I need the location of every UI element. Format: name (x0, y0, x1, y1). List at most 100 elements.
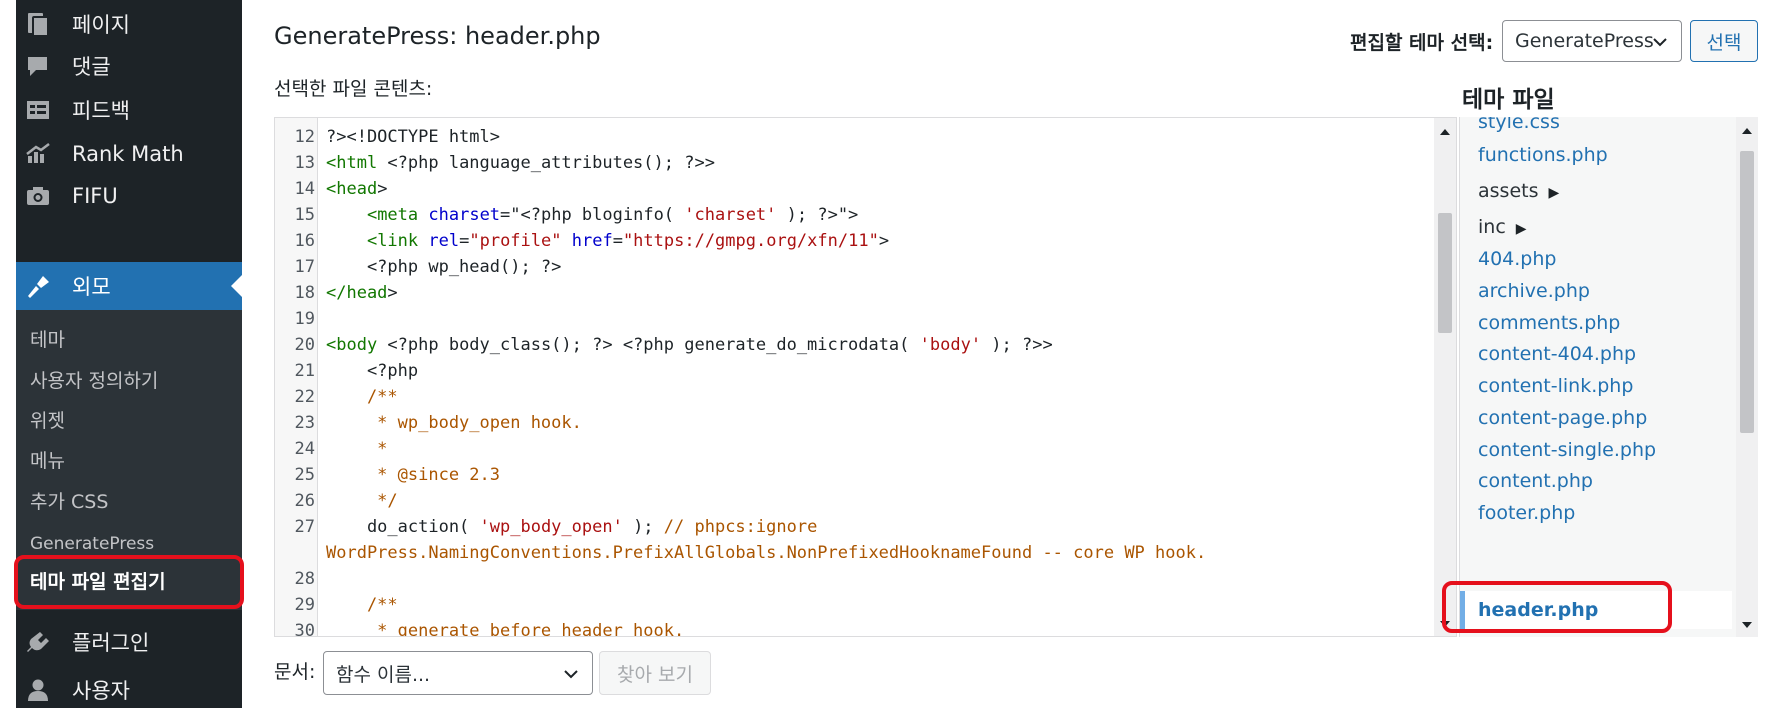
theme-select[interactable]: GeneratePress (1502, 20, 1682, 62)
lookup-button[interactable]: 찾아 보기 (599, 651, 711, 695)
submenu-item-widgets[interactable]: 위젯 (30, 403, 65, 439)
code-text: * @since 2.3 (326, 465, 500, 485)
file-name: content.php (1478, 470, 1593, 492)
chevron-down-icon (562, 665, 580, 683)
line-number: 28 (294, 569, 315, 589)
scroll-up-arrow-icon[interactable] (1438, 124, 1452, 138)
code-lines: 12 ?><!DOCTYPE html> 13 <html <?php languag… (275, 124, 1435, 637)
submenu-item-customize[interactable]: 사용자 정의하기 (30, 363, 158, 399)
function-name-placeholder: 함수 이름... (336, 663, 431, 686)
file-name: content-single.php (1478, 439, 1657, 461)
line-number: 24 (294, 439, 315, 459)
pages-icon (24, 10, 52, 38)
function-name-select[interactable]: 함수 이름... (323, 651, 593, 695)
sidebar-item-label: 플러그인 (72, 631, 150, 655)
scroll-down-arrow-icon[interactable] (1740, 617, 1754, 631)
sidebar-item-label: 댓글 (72, 55, 111, 79)
code-line: 15 <meta charset="<?php bloginfo( 'chars… (275, 202, 1435, 228)
file-item[interactable]: 404.php (1478, 242, 1556, 276)
code-text: WordPress.NamingConventions.PrefixAllGlo… (326, 543, 1207, 563)
code-text: <html <?php language_attributes(); ?>> (326, 153, 715, 173)
file-item[interactable]: style.css (1478, 117, 1560, 139)
folder-item[interactable]: assets ▶ (1478, 174, 1559, 208)
line-number: 15 (294, 205, 315, 225)
submenu-item-additional-css[interactable]: 추가 CSS (30, 484, 108, 520)
code-line: 12 ?><!DOCTYPE html> (275, 124, 1435, 150)
code-line: WordPress.NamingConventions.PrefixAllGlo… (275, 540, 1435, 566)
sidebar-item-label: Rank Math (72, 142, 184, 166)
sidebar-item-users[interactable]: 사용자 (16, 666, 242, 714)
rank-math-icon (24, 140, 52, 168)
docs-label: 문서: (274, 661, 316, 683)
line-number: 18 (294, 283, 315, 303)
file-item[interactable]: content-link.php (1478, 369, 1633, 403)
files-scrollbar[interactable] (1736, 117, 1758, 637)
line-number: 26 (294, 491, 315, 511)
file-item[interactable]: footer.php (1478, 496, 1575, 530)
sidebar-item-label: FIFU (72, 184, 118, 208)
code-line: 13 <html <?php language_attributes(); ?>> (275, 150, 1435, 176)
submenu-item-menus[interactable]: 메뉴 (30, 443, 65, 479)
file-item[interactable]: comments.php (1478, 306, 1620, 340)
file-item[interactable]: archive.php (1478, 274, 1590, 308)
code-text: <?php wp_head(); ?> (326, 257, 562, 277)
code-line: 26 */ (275, 488, 1435, 514)
editor-scroll-thumb[interactable] (1438, 213, 1452, 333)
camera-icon (24, 182, 52, 210)
plugins-icon (24, 628, 52, 656)
code-line: 19 (275, 306, 1435, 332)
sidebar-item-plugins[interactable]: 플러그인 (16, 618, 242, 666)
theme-select-value: GeneratePress (1515, 30, 1654, 52)
line-number: 13 (294, 153, 315, 173)
submenu-item-themes[interactable]: 테마 (30, 322, 65, 358)
code-text: * wp_body_open hook. (326, 413, 582, 433)
code-text: <head> (326, 179, 388, 199)
code-line: 24 * (275, 436, 1435, 462)
file-name: style.css (1478, 117, 1560, 133)
folder-item[interactable]: inc ▶ (1478, 210, 1527, 244)
sidebar-item-comments[interactable]: 댓글 (16, 42, 242, 90)
code-line: 30 * generate_before_header hook. (275, 618, 1435, 637)
sidebar-item-label: 사용자 (72, 679, 130, 703)
code-text: <meta charset="<?php bloginfo( 'charset'… (366, 205, 859, 225)
code-text: * generate_before_header hook. (326, 621, 685, 637)
file-item[interactable]: content.php (1478, 464, 1593, 498)
line-number: 23 (294, 413, 315, 433)
sidebar-item-label: 외모 (72, 275, 111, 299)
code-text: <body <?php body_class(); ?> <?php gener… (326, 335, 1053, 355)
code-line: 22 /** (275, 384, 1435, 410)
code-line: 16 <link rel="profile" href="https://gmp… (275, 228, 1435, 254)
theme-select-label: 편집할 테마 선택: (1350, 32, 1494, 54)
line-number: 21 (294, 361, 315, 381)
sidebar-item-feedback[interactable]: 피드백 (16, 86, 242, 134)
code-editor[interactable]: 12 ?><!DOCTYPE html> 13 <html <?php languag… (274, 117, 1457, 637)
code-line: 28 (275, 566, 1435, 592)
file-name: content-page.php (1478, 407, 1648, 429)
sidebar-item-label: 피드백 (72, 99, 130, 123)
editor-content-label: 선택한 파일 콘텐츠: (274, 78, 433, 100)
feedback-icon (24, 96, 52, 124)
code-text: */ (326, 491, 398, 511)
code-text: /** (326, 595, 398, 615)
select-theme-button[interactable]: 선택 (1690, 20, 1758, 62)
sidebar-item-fifu[interactable]: FIFU (16, 172, 242, 220)
code-line: 17 <?php wp_head(); ?> (275, 254, 1435, 280)
scroll-up-arrow-icon[interactable] (1740, 123, 1754, 137)
code-text: ?><!DOCTYPE html> (326, 127, 500, 147)
comments-icon (24, 52, 52, 80)
file-item[interactable]: content-single.php (1478, 433, 1656, 467)
sidebar-item-rank-math[interactable]: Rank Math (16, 130, 242, 178)
expand-triangle-icon: ▶ (1548, 185, 1560, 201)
editor-scrollbar[interactable] (1434, 118, 1456, 636)
sidebar-item-pages[interactable]: 페이지 (16, 0, 242, 48)
file-item[interactable]: content-page.php (1478, 401, 1647, 435)
files-scroll-thumb[interactable] (1740, 151, 1754, 433)
file-item[interactable]: content-404.php (1478, 337, 1636, 371)
line-number: 19 (294, 309, 315, 329)
file-name: 404.php (1478, 248, 1557, 270)
file-item[interactable]: functions.php (1478, 138, 1608, 172)
line-number: 22 (294, 387, 315, 407)
chevron-down-icon (1651, 33, 1669, 51)
code-line: 25 * @since 2.3 (275, 462, 1435, 488)
sidebar-item-appearance[interactable]: 외모 (16, 262, 242, 310)
